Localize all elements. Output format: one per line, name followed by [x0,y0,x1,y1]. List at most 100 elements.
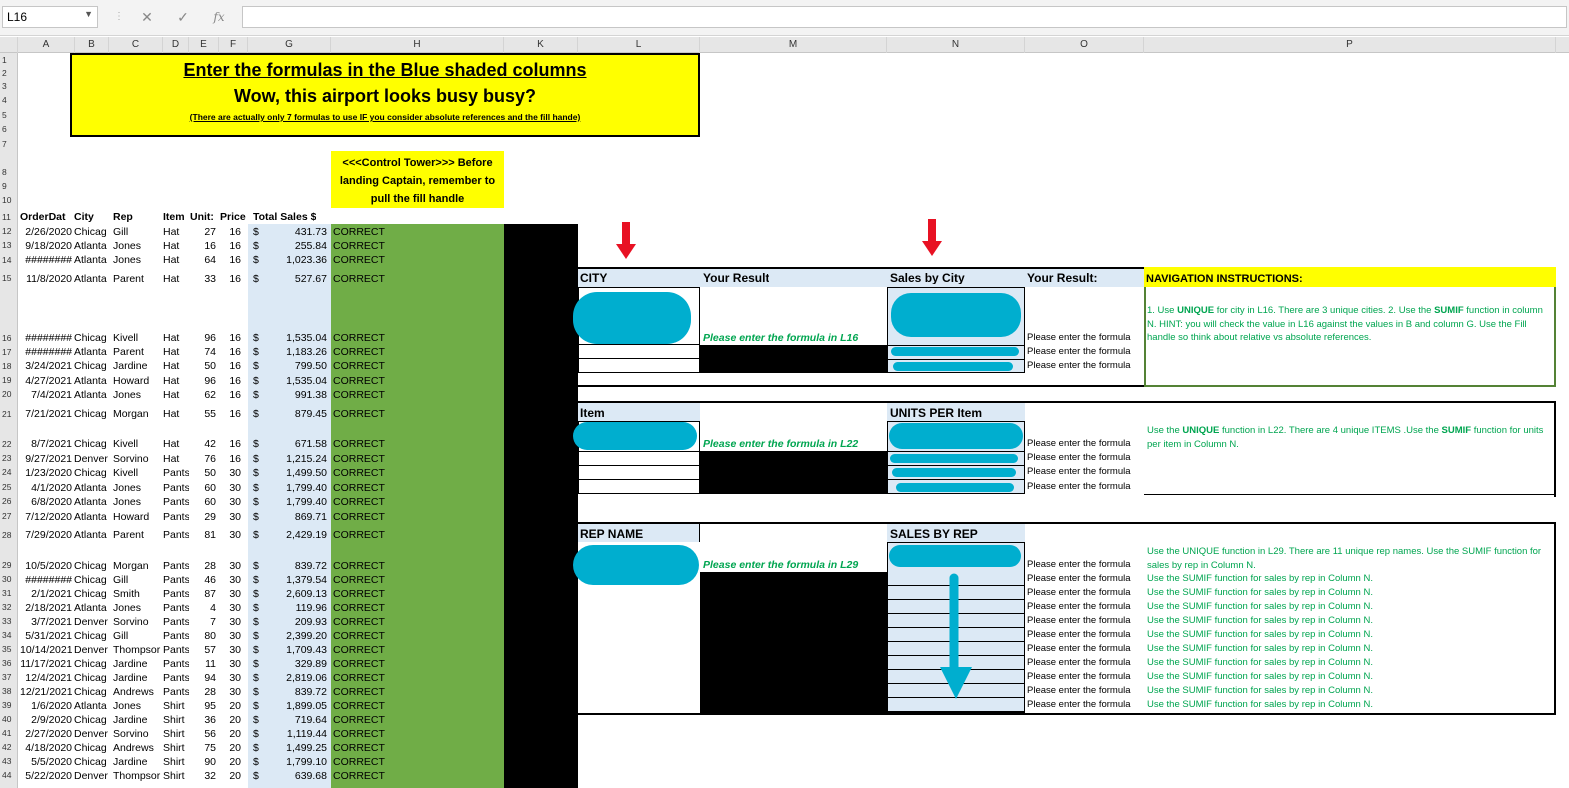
item-cell[interactable]: Hat [163,332,189,344]
price-cell[interactable]: 30 [219,588,241,600]
order-date-cell[interactable]: 5/5/2020 [20,756,72,768]
units-cell[interactable]: 11 [189,658,216,670]
order-date-cell[interactable]: 2/27/2020 [20,728,72,740]
price-cell[interactable]: 20 [219,742,241,754]
total-sales-cell[interactable]: 1,499.50 [262,467,327,479]
row-header[interactable]: 41 [0,727,18,739]
rep-cell[interactable]: Gill [113,630,161,642]
item-cell[interactable]: Shirt [163,756,189,768]
city-cell[interactable]: Denver [74,644,110,656]
row-header[interactable]: 12 [0,225,18,237]
rep-cell[interactable]: Andrews [113,686,161,698]
row-header[interactable]: 30 [0,573,18,585]
city-input-cell[interactable] [578,345,700,359]
units-cell[interactable]: 55 [189,408,216,420]
city-cell[interactable]: Atlanta [74,254,110,266]
city-cell[interactable]: Atlanta [74,346,110,358]
check-cell[interactable]: CORRECT [333,273,393,285]
city-cell[interactable]: Denver [74,770,110,782]
order-date-cell[interactable]: 3/7/2021 [20,616,72,628]
order-date-cell[interactable]: 7/21/2021 [20,408,72,420]
row-header[interactable]: 32 [0,601,18,613]
city-cell[interactable]: Denver [74,728,110,740]
order-date-cell[interactable]: 5/31/2021 [20,630,72,642]
rep-cell[interactable]: Jardine [113,672,161,684]
rep-cell[interactable]: Gill [113,226,161,238]
column-header[interactable]: K [504,37,578,53]
check-cell[interactable]: CORRECT [333,496,393,508]
city-cell[interactable]: Chicag [74,408,110,420]
row-header[interactable]: 22 [0,438,18,450]
check-cell[interactable]: CORRECT [333,742,393,754]
row-header[interactable]: 38 [0,685,18,697]
total-sales-cell[interactable]: 879.45 [262,408,327,420]
price-cell[interactable]: 16 [219,375,241,387]
units-cell[interactable]: 60 [189,496,216,508]
city-cell[interactable]: Atlanta [74,529,110,541]
column-header[interactable]: O [1025,37,1144,53]
item-cell[interactable]: Hat [163,240,189,252]
price-cell[interactable]: 30 [219,496,241,508]
order-date-cell[interactable]: 2/9/2020 [20,714,72,726]
price-cell[interactable]: 16 [219,273,241,285]
check-cell[interactable]: CORRECT [333,630,393,642]
total-sales-cell[interactable]: 1,799.10 [262,756,327,768]
order-date-cell[interactable]: 7/29/2020 [20,529,72,541]
check-cell[interactable]: CORRECT [333,644,393,656]
total-sales-cell[interactable]: 527.67 [262,273,327,285]
check-cell[interactable]: CORRECT [333,728,393,740]
check-cell[interactable]: CORRECT [333,700,393,712]
column-header[interactable]: M [700,37,887,53]
city-cell[interactable]: Denver [74,453,110,465]
total-sales-cell[interactable]: 1,535.04 [262,375,327,387]
row-header[interactable]: 18 [0,360,18,372]
row-header[interactable]: 21 [0,408,18,420]
rep-cell[interactable]: Thompsor [113,770,161,782]
row-header[interactable]: 28 [0,529,18,541]
item-cell[interactable]: Pants [163,560,189,572]
rep-cell[interactable]: Parent [113,346,161,358]
row-header[interactable]: 17 [0,346,18,358]
city-cell[interactable]: Atlanta [74,496,110,508]
city-cell[interactable]: Atlanta [74,273,110,285]
check-cell[interactable]: CORRECT [333,467,393,479]
city-cell[interactable]: Denver [74,616,110,628]
price-cell[interactable]: 16 [219,360,241,372]
row-header[interactable]: 14 [0,254,18,266]
item-cell[interactable]: Hat [163,453,189,465]
check-cell[interactable]: CORRECT [333,332,393,344]
check-cell[interactable]: CORRECT [333,560,393,572]
units-cell[interactable]: 29 [189,511,216,523]
row-header[interactable]: 43 [0,755,18,767]
column-header[interactable]: B [75,37,109,53]
total-sales-cell[interactable]: 671.58 [262,438,327,450]
total-sales-cell[interactable]: 639.68 [262,770,327,782]
order-date-cell[interactable]: ######## [20,346,72,358]
total-sales-cell[interactable]: 1,709.43 [262,644,327,656]
city-cell[interactable]: Chicag [74,756,110,768]
row-header[interactable]: 39 [0,699,18,711]
check-cell[interactable]: CORRECT [333,346,393,358]
total-sales-cell[interactable]: 1,183.26 [262,346,327,358]
price-cell[interactable]: 30 [219,467,241,479]
row-header[interactable]: 8 [0,166,18,178]
city-cell[interactable]: Chicag [74,226,110,238]
units-cell[interactable]: 96 [189,375,216,387]
row-header[interactable]: 33 [0,615,18,627]
total-sales-cell[interactable]: 839.72 [262,560,327,572]
rep-cell[interactable]: Jardine [113,360,161,372]
column-header[interactable]: G [248,37,331,53]
rep-cell[interactable]: Morgan [113,560,161,572]
units-cell[interactable]: 56 [189,728,216,740]
price-cell[interactable]: 30 [219,686,241,698]
order-date-cell[interactable]: ######## [20,254,72,266]
row-header[interactable]: 1 [0,54,18,66]
rep-cell[interactable]: Kivell [113,438,161,450]
total-sales-cell[interactable]: 799.50 [262,360,327,372]
row-header[interactable]: 9 [0,180,18,192]
price-cell[interactable]: 20 [219,728,241,740]
rep-cell[interactable]: Sorvino [113,453,161,465]
units-cell[interactable]: 96 [189,332,216,344]
total-sales-cell[interactable]: 1,023.36 [262,254,327,266]
city-cell[interactable]: Chicag [74,360,110,372]
